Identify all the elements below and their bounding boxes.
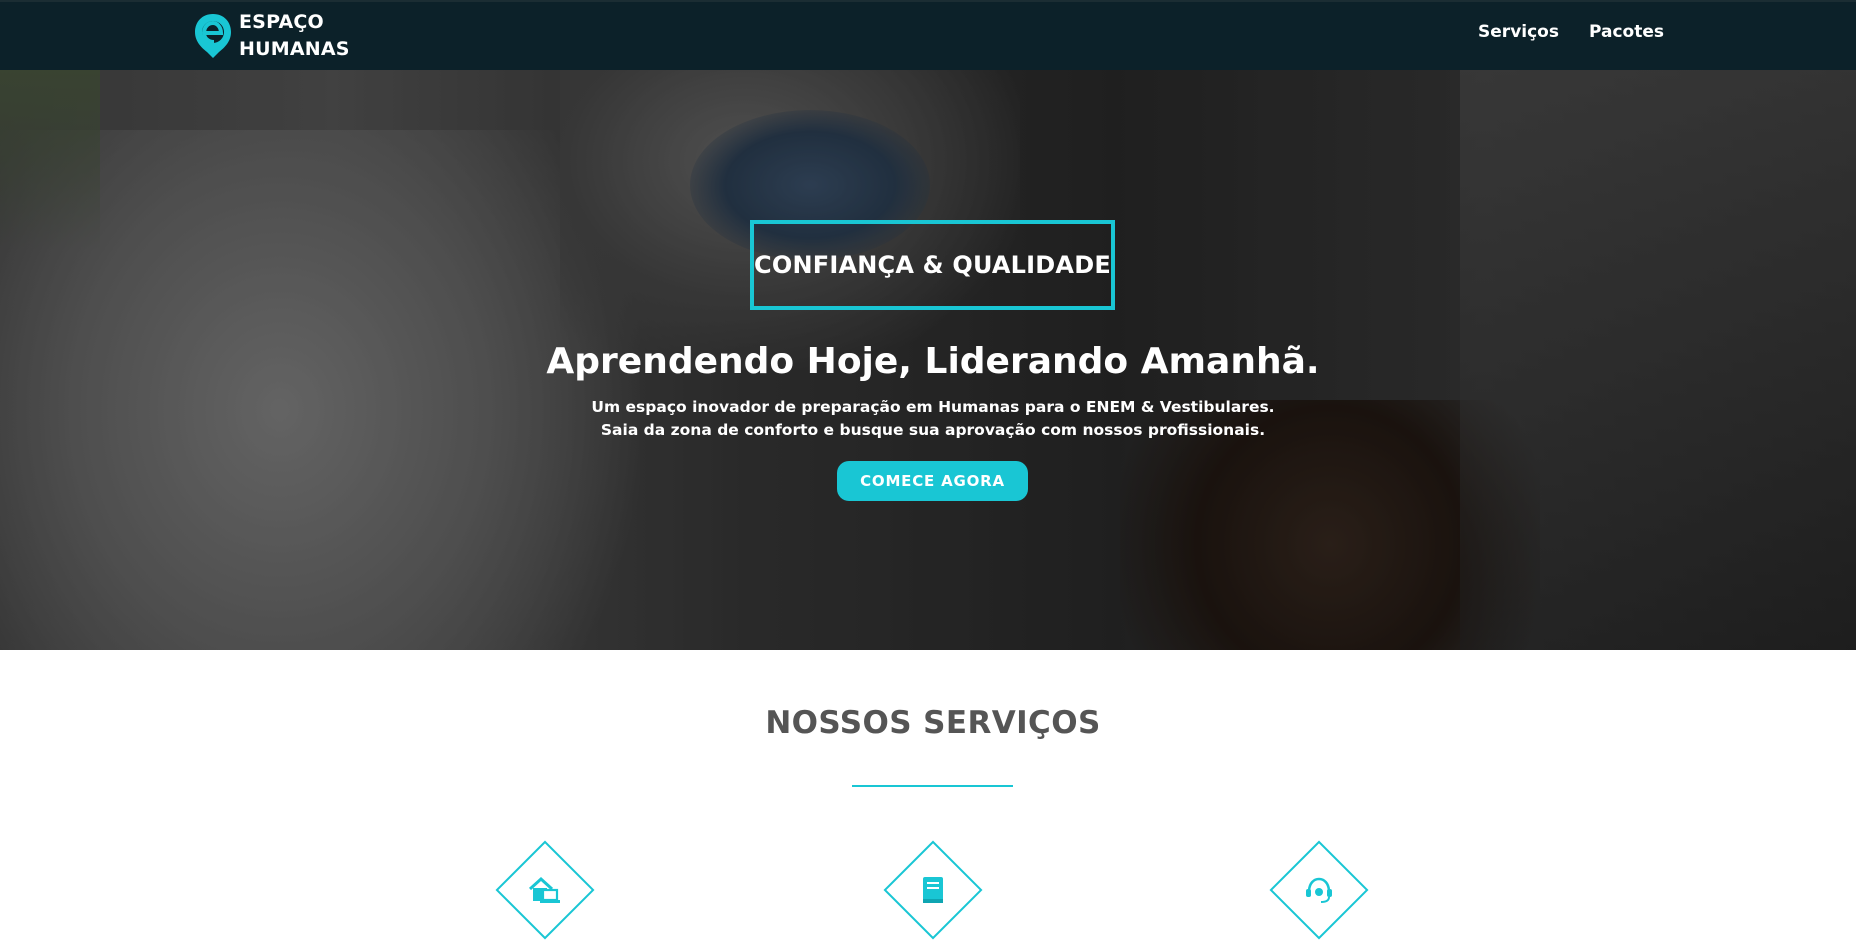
brand-line-1: ESPAÇO (239, 11, 324, 33)
hero-badge-text: CONFIANÇA & QUALIDADE (754, 251, 1111, 279)
hero-subtitle: Um espaço inovador de preparação em Huma… (0, 396, 1856, 442)
nav-link-pacotes[interactable]: Pacotes (1589, 22, 1664, 42)
services-section-title: NOSSOS SERVIÇOS (765, 705, 1101, 741)
service-item-material[interactable] (883, 840, 983, 940)
section-divider (852, 785, 1013, 787)
headset-icon (1301, 872, 1337, 908)
hero-badge: CONFIANÇA & QUALIDADE (750, 220, 1115, 310)
hero-title: Aprendendo Hoje, Liderando Amanhã. (546, 341, 1320, 382)
hero-subtitle-line-1: Um espaço inovador de preparação em Huma… (591, 398, 1275, 416)
home-laptop-icon (527, 872, 563, 908)
main-nav: Serviços Pacotes (1478, 22, 1664, 42)
brand-logo[interactable]: ESPAÇO HUMANAS (193, 9, 350, 63)
book-icon (915, 872, 951, 908)
hero-banner: CONFIANÇA & QUALIDADE Aprendendo Hoje, L… (0, 70, 1856, 650)
brand-name: ESPAÇO HUMANAS (239, 9, 350, 63)
brand-e-icon (193, 12, 233, 60)
service-item-support[interactable] (1269, 840, 1369, 940)
service-item-remote[interactable] (495, 840, 595, 940)
start-now-button[interactable]: COMECE AGORA (837, 461, 1028, 501)
top-navbar: ESPAÇO HUMANAS Serviços Pacotes (0, 0, 1856, 70)
hero-subtitle-line-2: Saia da zona de conforto e busque sua ap… (600, 421, 1266, 439)
brand-line-2: HUMANAS (239, 38, 350, 60)
nav-link-servicos[interactable]: Serviços (1478, 22, 1559, 42)
